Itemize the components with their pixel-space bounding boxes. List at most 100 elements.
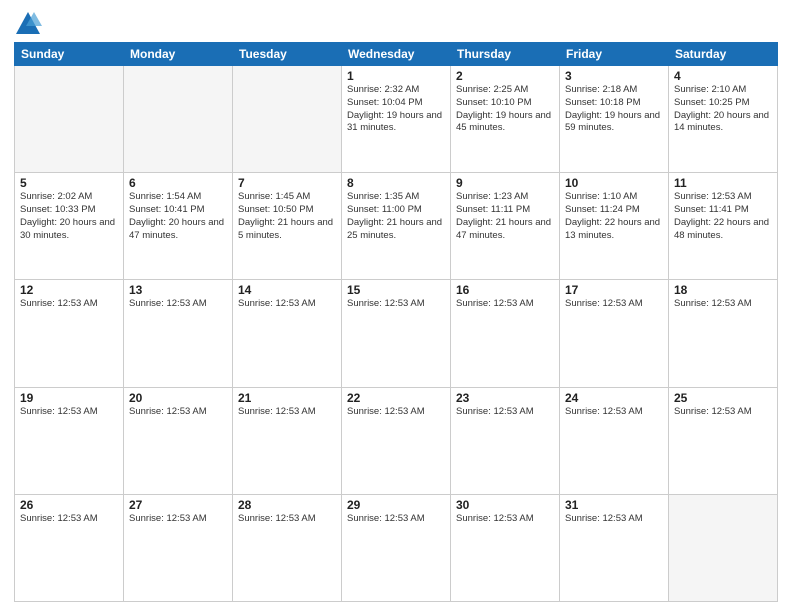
- day-cell: 5Sunrise: 2:02 AMSunset: 10:33 PMDayligh…: [15, 173, 124, 280]
- day-info: Sunrise: 1:23 AMSunset: 11:11 PMDaylight…: [456, 191, 554, 242]
- day-info: Sunrise: 12:53 AM: [238, 298, 336, 311]
- day-number: 4: [674, 69, 772, 83]
- day-number: 31: [565, 498, 663, 512]
- calendar-header-row: SundayMondayTuesdayWednesdayThursdayFrid…: [15, 43, 778, 66]
- day-number: 1: [347, 69, 445, 83]
- day-cell: 21Sunrise: 12:53 AM: [233, 387, 342, 494]
- logo-icon: [14, 10, 42, 38]
- day-info: Sunrise: 12:53 AM: [565, 406, 663, 419]
- day-number: 30: [456, 498, 554, 512]
- col-header-wednesday: Wednesday: [342, 43, 451, 66]
- day-cell: [233, 66, 342, 173]
- day-info: Sunrise: 12:53 AMSunset: 11:41 PMDayligh…: [674, 191, 772, 242]
- day-cell: 27Sunrise: 12:53 AM: [124, 494, 233, 601]
- week-row-2: 5Sunrise: 2:02 AMSunset: 10:33 PMDayligh…: [15, 173, 778, 280]
- col-header-monday: Monday: [124, 43, 233, 66]
- day-number: 16: [456, 283, 554, 297]
- col-header-saturday: Saturday: [669, 43, 778, 66]
- day-cell: 29Sunrise: 12:53 AM: [342, 494, 451, 601]
- week-row-3: 12Sunrise: 12:53 AM13Sunrise: 12:53 AM14…: [15, 280, 778, 387]
- day-info: Sunrise: 12:53 AM: [565, 298, 663, 311]
- day-cell: 18Sunrise: 12:53 AM: [669, 280, 778, 387]
- day-cell: 6Sunrise: 1:54 AMSunset: 10:41 PMDayligh…: [124, 173, 233, 280]
- day-cell: 13Sunrise: 12:53 AM: [124, 280, 233, 387]
- day-cell: 26Sunrise: 12:53 AM: [15, 494, 124, 601]
- day-cell: 2Sunrise: 2:25 AMSunset: 10:10 PMDayligh…: [451, 66, 560, 173]
- day-cell: 17Sunrise: 12:53 AM: [560, 280, 669, 387]
- day-cell: 9Sunrise: 1:23 AMSunset: 11:11 PMDayligh…: [451, 173, 560, 280]
- day-info: Sunrise: 12:53 AM: [347, 298, 445, 311]
- day-info: Sunrise: 1:10 AMSunset: 11:24 PMDaylight…: [565, 191, 663, 242]
- day-info: Sunrise: 12:53 AM: [347, 513, 445, 526]
- day-info: Sunrise: 12:53 AM: [674, 298, 772, 311]
- day-info: Sunrise: 12:53 AM: [20, 513, 118, 526]
- day-info: Sunrise: 12:53 AM: [129, 513, 227, 526]
- col-header-thursday: Thursday: [451, 43, 560, 66]
- day-cell: 30Sunrise: 12:53 AM: [451, 494, 560, 601]
- day-number: 5: [20, 176, 118, 190]
- day-number: 23: [456, 391, 554, 405]
- day-number: 9: [456, 176, 554, 190]
- day-info: Sunrise: 12:53 AM: [456, 298, 554, 311]
- day-cell: 12Sunrise: 12:53 AM: [15, 280, 124, 387]
- day-number: 17: [565, 283, 663, 297]
- week-row-1: 1Sunrise: 2:32 AMSunset: 10:04 PMDayligh…: [15, 66, 778, 173]
- day-info: Sunrise: 12:53 AM: [456, 406, 554, 419]
- day-cell: [669, 494, 778, 601]
- day-number: 19: [20, 391, 118, 405]
- day-number: 18: [674, 283, 772, 297]
- day-number: 28: [238, 498, 336, 512]
- calendar: SundayMondayTuesdayWednesdayThursdayFrid…: [14, 42, 778, 602]
- day-cell: [15, 66, 124, 173]
- day-cell: 15Sunrise: 12:53 AM: [342, 280, 451, 387]
- day-cell: 16Sunrise: 12:53 AM: [451, 280, 560, 387]
- day-number: 3: [565, 69, 663, 83]
- day-info: Sunrise: 1:54 AMSunset: 10:41 PMDaylight…: [129, 191, 227, 242]
- col-header-friday: Friday: [560, 43, 669, 66]
- day-info: Sunrise: 12:53 AM: [565, 513, 663, 526]
- day-number: 2: [456, 69, 554, 83]
- day-cell: 31Sunrise: 12:53 AM: [560, 494, 669, 601]
- day-number: 11: [674, 176, 772, 190]
- day-number: 24: [565, 391, 663, 405]
- day-info: Sunrise: 12:53 AM: [129, 406, 227, 419]
- week-row-5: 26Sunrise: 12:53 AM27Sunrise: 12:53 AM28…: [15, 494, 778, 601]
- day-info: Sunrise: 2:10 AMSunset: 10:25 PMDaylight…: [674, 84, 772, 135]
- header: [14, 10, 778, 38]
- day-info: Sunrise: 12:53 AM: [347, 406, 445, 419]
- day-number: 22: [347, 391, 445, 405]
- day-info: Sunrise: 1:35 AMSunset: 11:00 PMDaylight…: [347, 191, 445, 242]
- day-cell: [124, 66, 233, 173]
- day-cell: 23Sunrise: 12:53 AM: [451, 387, 560, 494]
- day-cell: 22Sunrise: 12:53 AM: [342, 387, 451, 494]
- day-number: 7: [238, 176, 336, 190]
- day-info: Sunrise: 12:53 AM: [238, 406, 336, 419]
- page: SundayMondayTuesdayWednesdayThursdayFrid…: [0, 0, 792, 612]
- logo: [14, 10, 46, 38]
- day-number: 8: [347, 176, 445, 190]
- day-number: 6: [129, 176, 227, 190]
- day-cell: 20Sunrise: 12:53 AM: [124, 387, 233, 494]
- day-cell: 7Sunrise: 1:45 AMSunset: 10:50 PMDayligh…: [233, 173, 342, 280]
- day-number: 29: [347, 498, 445, 512]
- day-cell: 19Sunrise: 12:53 AM: [15, 387, 124, 494]
- day-info: Sunrise: 12:53 AM: [129, 298, 227, 311]
- day-info: Sunrise: 2:18 AMSunset: 10:18 PMDaylight…: [565, 84, 663, 135]
- day-cell: 1Sunrise: 2:32 AMSunset: 10:04 PMDayligh…: [342, 66, 451, 173]
- week-row-4: 19Sunrise: 12:53 AM20Sunrise: 12:53 AM21…: [15, 387, 778, 494]
- day-number: 10: [565, 176, 663, 190]
- day-number: 12: [20, 283, 118, 297]
- day-info: Sunrise: 2:25 AMSunset: 10:10 PMDaylight…: [456, 84, 554, 135]
- day-number: 25: [674, 391, 772, 405]
- day-info: Sunrise: 12:53 AM: [20, 406, 118, 419]
- day-number: 13: [129, 283, 227, 297]
- day-cell: 4Sunrise: 2:10 AMSunset: 10:25 PMDayligh…: [669, 66, 778, 173]
- day-cell: 11Sunrise: 12:53 AMSunset: 11:41 PMDayli…: [669, 173, 778, 280]
- day-info: Sunrise: 2:02 AMSunset: 10:33 PMDaylight…: [20, 191, 118, 242]
- col-header-sunday: Sunday: [15, 43, 124, 66]
- day-number: 20: [129, 391, 227, 405]
- day-number: 26: [20, 498, 118, 512]
- day-info: Sunrise: 12:53 AM: [20, 298, 118, 311]
- day-cell: 28Sunrise: 12:53 AM: [233, 494, 342, 601]
- col-header-tuesday: Tuesday: [233, 43, 342, 66]
